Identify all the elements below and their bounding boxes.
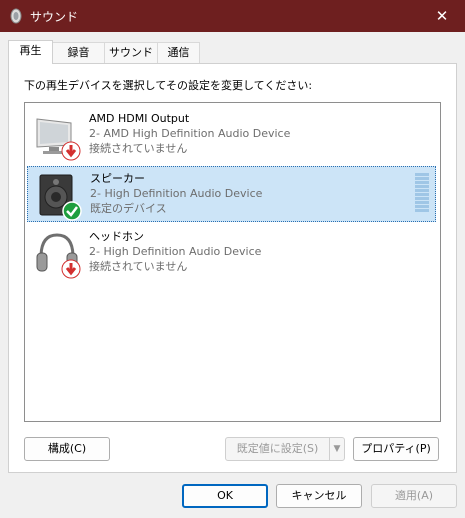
- device-name: スピーカー: [90, 172, 145, 185]
- configure-button[interactable]: 構成(C): [24, 437, 110, 461]
- device-status: 接続されていません: [89, 142, 188, 155]
- device-status: 既定のデバイス: [90, 202, 167, 215]
- close-icon: ✕: [435, 7, 449, 25]
- properties-button[interactable]: プロパティ(P): [353, 437, 439, 461]
- device-status: 接続されていません: [89, 260, 188, 273]
- device-description: 2- AMD High Definition Audio Device: [89, 127, 291, 140]
- monitor-icon: [36, 118, 81, 161]
- ok-button[interactable]: OK: [182, 484, 268, 508]
- chevron-down-icon: ▼: [333, 444, 341, 454]
- disconnected-badge-icon: [61, 141, 81, 161]
- device-item-amd-hdmi[interactable]: AMD HDMI Output 2- AMD High Definition A…: [27, 107, 436, 163]
- device-description: 2- High Definition Audio Device: [89, 245, 262, 258]
- default-check-icon: [62, 201, 82, 221]
- speaker-icon: [39, 174, 82, 221]
- title-bar: サウンド ✕: [0, 0, 465, 32]
- speaker-app-icon: [10, 8, 22, 24]
- volume-level-meter: [415, 173, 429, 212]
- device-name: ヘッドホン: [89, 230, 144, 243]
- cancel-button[interactable]: キャンセル: [276, 484, 362, 508]
- device-name: AMD HDMI Output: [89, 112, 190, 125]
- device-description: 2- High Definition Audio Device: [90, 187, 263, 200]
- disconnected-badge-icon: [61, 259, 81, 279]
- tab-playback[interactable]: 再生: [8, 40, 53, 64]
- tab-communications[interactable]: 通信: [157, 42, 200, 63]
- set-default-dropdown[interactable]: ▼: [329, 437, 345, 461]
- apply-button[interactable]: 適用(A): [371, 484, 457, 508]
- device-list[interactable]: AMD HDMI Output 2- AMD High Definition A…: [24, 102, 441, 422]
- window-title: サウンド: [30, 10, 79, 24]
- device-item-speaker[interactable]: スピーカー 2- High Definition Audio Device 既定…: [27, 166, 436, 222]
- device-item-headphones[interactable]: ヘッドホン 2- High Definition Audio Device 接続…: [27, 225, 436, 281]
- instruction-text: 下の再生デバイスを選択してその設定を変更してください:: [24, 79, 313, 92]
- headphones-icon: [36, 233, 81, 279]
- tab-sounds[interactable]: サウンド: [104, 42, 158, 63]
- tab-recording[interactable]: 録音: [52, 42, 105, 63]
- set-default-button[interactable]: 既定値に設定(S): [225, 437, 330, 461]
- close-button[interactable]: ✕: [419, 0, 465, 32]
